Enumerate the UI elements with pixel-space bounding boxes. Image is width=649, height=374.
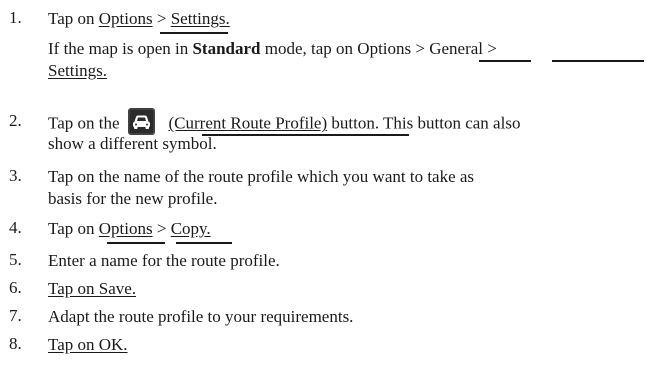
step-line: Tap on Options > Settings. xyxy=(48,9,230,28)
step-line: Enter a name for the route profile. xyxy=(48,251,280,270)
step-line: show a different symbol. xyxy=(48,134,217,153)
car-icon[interactable] xyxy=(127,108,155,135)
underline-rule xyxy=(160,32,228,34)
settings-link[interactable]: Settings. xyxy=(171,9,230,28)
tap-on-ok-link[interactable]: Tap on OK. xyxy=(48,335,128,354)
step-line: basis for the new profile. xyxy=(48,189,218,208)
step-text: Tap on OK. xyxy=(48,334,128,356)
underline-rule xyxy=(596,60,644,62)
underline-rule xyxy=(202,134,409,136)
step-number: 2. xyxy=(9,111,22,130)
underline-rule xyxy=(176,242,232,244)
step-number: 4. xyxy=(9,218,22,237)
step-line: If the map is open in Standard mode, tap… xyxy=(48,39,497,58)
step-line: Tap on the name of the route profile whi… xyxy=(48,167,475,186)
step-text: Adapt the route profile to your requirem… xyxy=(48,306,353,328)
step-line: Tap on Options > Copy. xyxy=(48,219,211,238)
step-number: 8. xyxy=(9,334,22,353)
step-line: Settings. xyxy=(48,60,497,82)
step-line: Tap on Save. xyxy=(48,278,136,300)
step-number: 7. xyxy=(9,306,22,325)
underline-rule xyxy=(107,242,165,244)
step-text: Tap on Options > Copy. xyxy=(48,218,211,240)
step-text: Tap on the name of the route profile whi… xyxy=(48,166,474,210)
options-link[interactable]: Options xyxy=(99,9,153,28)
step-text: Enter a name for the route profile. xyxy=(48,250,280,272)
tap-on-save-link[interactable]: Tap on Save. xyxy=(48,279,136,298)
underline-rule xyxy=(479,60,531,62)
step-number: 1. xyxy=(9,8,22,27)
step-number: 5. xyxy=(9,250,22,269)
settings-link[interactable]: Settings. xyxy=(48,61,107,80)
standard-mode-label: Standard xyxy=(192,39,261,58)
underline-rule xyxy=(552,60,598,62)
current-route-profile-link[interactable]: (Current Route Profile) xyxy=(169,113,328,132)
step-line: Tap on OK. xyxy=(48,334,128,356)
copy-link[interactable]: Copy. xyxy=(171,219,211,238)
options-link[interactable]: Options xyxy=(99,219,153,238)
step-line: Tap on the (Current Route Profile) butto… xyxy=(48,108,520,135)
step-number: 3. xyxy=(9,166,22,185)
step-text: Tap on Save. xyxy=(48,278,136,300)
step-text: Tap on the (Current Route Profile) butto… xyxy=(48,108,520,155)
step-line: Adapt the route profile to your requirem… xyxy=(48,307,354,326)
step-text: Tap on Options > Settings. If the map is… xyxy=(48,8,497,82)
step-number: 6. xyxy=(9,278,22,297)
